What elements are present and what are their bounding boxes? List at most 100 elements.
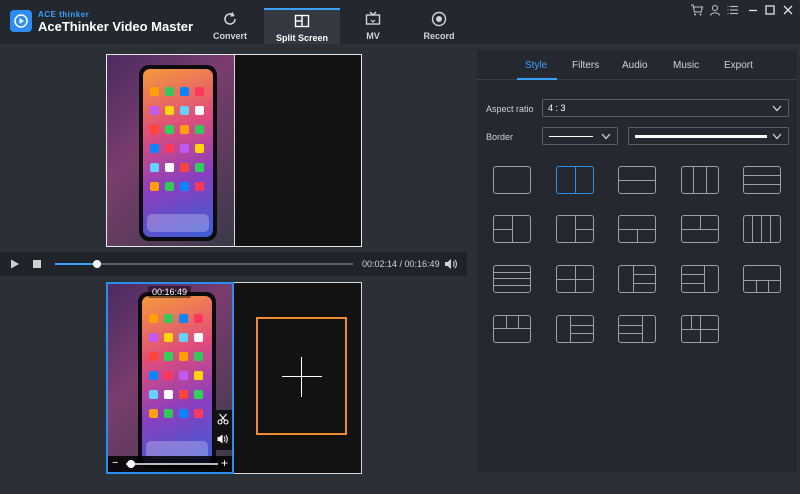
aspect-ratio-select[interactable]: 4 : 3 (542, 99, 789, 117)
app-icon (195, 182, 204, 191)
cart-icon[interactable] (690, 4, 704, 16)
progress-handle[interactable] (92, 260, 101, 268)
preview-panel: 00:02:14 / 00:16:49 (0, 50, 467, 276)
add-media-button[interactable] (256, 317, 347, 435)
app-icon (194, 371, 203, 380)
zoom-handle[interactable] (126, 460, 135, 468)
app-icon (194, 409, 203, 418)
layout-4-vertical[interactable] (743, 215, 781, 243)
app-icon (179, 409, 188, 418)
app-icon (150, 144, 159, 153)
layout-3-horizontal[interactable] (743, 166, 781, 194)
app-icon (150, 163, 159, 172)
title-bar: ACE thinker AceThinker Video Master Conv… (0, 0, 800, 44)
app-icon (149, 352, 158, 361)
app-icon (150, 106, 159, 115)
layout-2-vertical[interactable] (556, 166, 594, 194)
app-title: AceThinker Video Master (38, 19, 194, 34)
layout-4-horizontal[interactable] (493, 265, 531, 293)
progress-fill (55, 263, 97, 265)
zoom-in-button[interactable]: + (221, 456, 228, 470)
app-icon (165, 144, 174, 153)
layout-top-full-bottom-3[interactable] (743, 265, 781, 293)
aspect-ratio-label: Aspect ratio (486, 104, 534, 114)
scissors-icon[interactable] (217, 413, 229, 425)
app-icon (179, 371, 188, 380)
layout-grid-2x2[interactable] (556, 265, 594, 293)
layout-single[interactable] (493, 166, 531, 194)
layout-left-full-right-3[interactable] (618, 265, 656, 293)
app-icon (180, 87, 189, 96)
time-display: 00:02:14 / 00:16:49 (362, 259, 440, 269)
zoom-out-button[interactable]: − (112, 457, 118, 469)
menu-icon[interactable] (726, 4, 740, 16)
tab-style[interactable]: Style (525, 60, 547, 71)
app-icon (195, 144, 204, 153)
zoom-bar: − + (108, 456, 232, 472)
left-area: 00:02:14 / 00:16:49 00:16:49 − + (0, 44, 470, 494)
app-icon (195, 87, 204, 96)
volume-icon[interactable] (217, 433, 229, 445)
app-icon (150, 182, 159, 191)
app-icon (179, 314, 188, 323)
layout-right-full-left-3[interactable] (681, 265, 719, 293)
layout-3-vertical[interactable] (681, 166, 719, 194)
layout-left-split-right-full[interactable] (493, 215, 531, 243)
border-label: Border (486, 132, 514, 142)
maximize-icon[interactable] (763, 4, 777, 16)
chevron-down-icon (772, 105, 782, 112)
app-icon (194, 314, 203, 323)
app-icon (165, 163, 174, 172)
app-icon (164, 314, 173, 323)
layout-grid-mixed[interactable] (681, 315, 719, 343)
app-icon (179, 390, 188, 399)
tab-convert[interactable]: Convert (192, 8, 268, 44)
tab-split-screen[interactable]: Split Screen (264, 8, 340, 44)
preview-video (107, 55, 234, 246)
close-icon[interactable] (781, 4, 795, 16)
app-icon (195, 106, 204, 115)
minimize-icon[interactable] (746, 4, 760, 16)
tab-export[interactable]: Export (724, 60, 753, 71)
play-button[interactable] (10, 259, 20, 269)
tab-audio[interactable]: Audio (622, 60, 648, 71)
tab-record[interactable]: Record (401, 8, 477, 44)
app-icon (165, 106, 174, 115)
tab-label: Record (423, 31, 455, 41)
layout-right-split-left-full[interactable] (556, 215, 594, 243)
layout-left-full-right-3-alt[interactable] (556, 315, 594, 343)
progress-track[interactable] (55, 260, 353, 268)
tab-mv[interactable]: MV (335, 8, 411, 44)
edit-frame: 00:16:49 − + (106, 282, 362, 474)
app-icon (149, 409, 158, 418)
layout-right-full-left-3-alt[interactable] (618, 315, 656, 343)
tab-label: Split Screen (275, 33, 329, 43)
tab-music[interactable]: Music (673, 60, 699, 71)
app-icon (165, 125, 174, 134)
border-style-select[interactable] (542, 127, 618, 145)
zoom-track[interactable] (126, 463, 218, 465)
app-icon (179, 352, 188, 361)
brand-small-text: ACE thinker (38, 10, 90, 19)
app-icon (149, 333, 158, 342)
stop-button[interactable] (33, 260, 41, 268)
app-icon (179, 333, 188, 342)
layout-top-split-bottom-full[interactable] (681, 215, 719, 243)
layout-top-3-bottom-full[interactable] (493, 315, 531, 343)
volume-icon[interactable] (444, 258, 458, 270)
settings-tabs: Style Filters Audio Music Export (477, 50, 797, 80)
edit-panel: 00:16:49 − + (0, 280, 467, 474)
border-color-select[interactable] (628, 127, 789, 145)
edit-cell-video[interactable]: 00:16:49 − + (106, 282, 234, 474)
phone-image (138, 292, 216, 468)
app-logo (10, 10, 32, 32)
tab-filters[interactable]: Filters (572, 60, 599, 71)
app-icon (149, 314, 158, 323)
layout-2-horizontal[interactable] (618, 166, 656, 194)
aspect-ratio-value: 4 : 3 (548, 103, 566, 113)
plus-icon (301, 357, 302, 397)
duration-badge: 00:16:49 (148, 286, 192, 298)
layout-top-full-bottom-split[interactable] (618, 215, 656, 243)
user-icon[interactable] (708, 4, 722, 16)
app-icon (165, 87, 174, 96)
